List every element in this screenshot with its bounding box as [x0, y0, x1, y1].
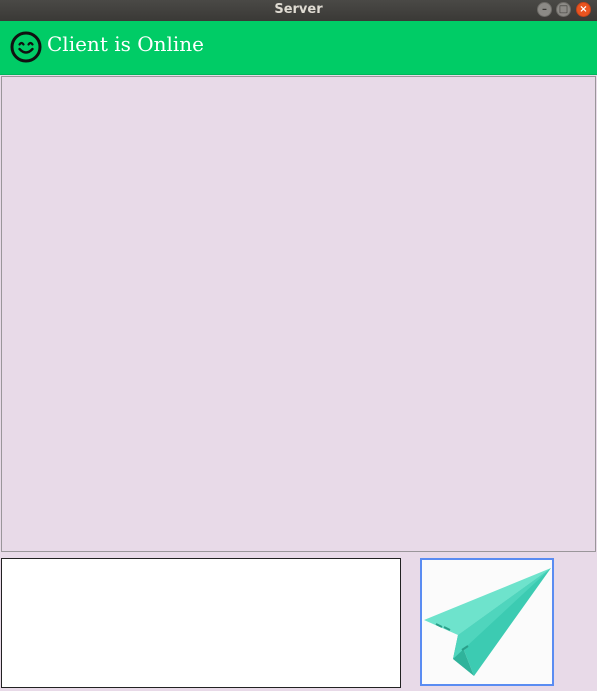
send-button[interactable]: [420, 558, 554, 686]
close-icon: ×: [579, 4, 588, 15]
chat-message-area[interactable]: [1, 76, 596, 552]
status-header: Client is Online: [0, 21, 597, 75]
minimize-icon: –: [542, 4, 547, 15]
close-button[interactable]: ×: [576, 2, 591, 17]
smiley-face-icon: [10, 31, 42, 63]
connection-status-text: Client is Online: [47, 32, 205, 56]
paper-plane-icon: [424, 568, 551, 676]
server-window: Server – □ × Client is Online: [0, 0, 597, 691]
minimize-button[interactable]: –: [537, 2, 552, 17]
window-title: Server: [274, 2, 323, 17]
message-input[interactable]: [1, 558, 401, 688]
maximize-icon: □: [558, 4, 569, 15]
maximize-button[interactable]: □: [556, 2, 571, 17]
title-bar[interactable]: Server – □ ×: [0, 0, 597, 21]
